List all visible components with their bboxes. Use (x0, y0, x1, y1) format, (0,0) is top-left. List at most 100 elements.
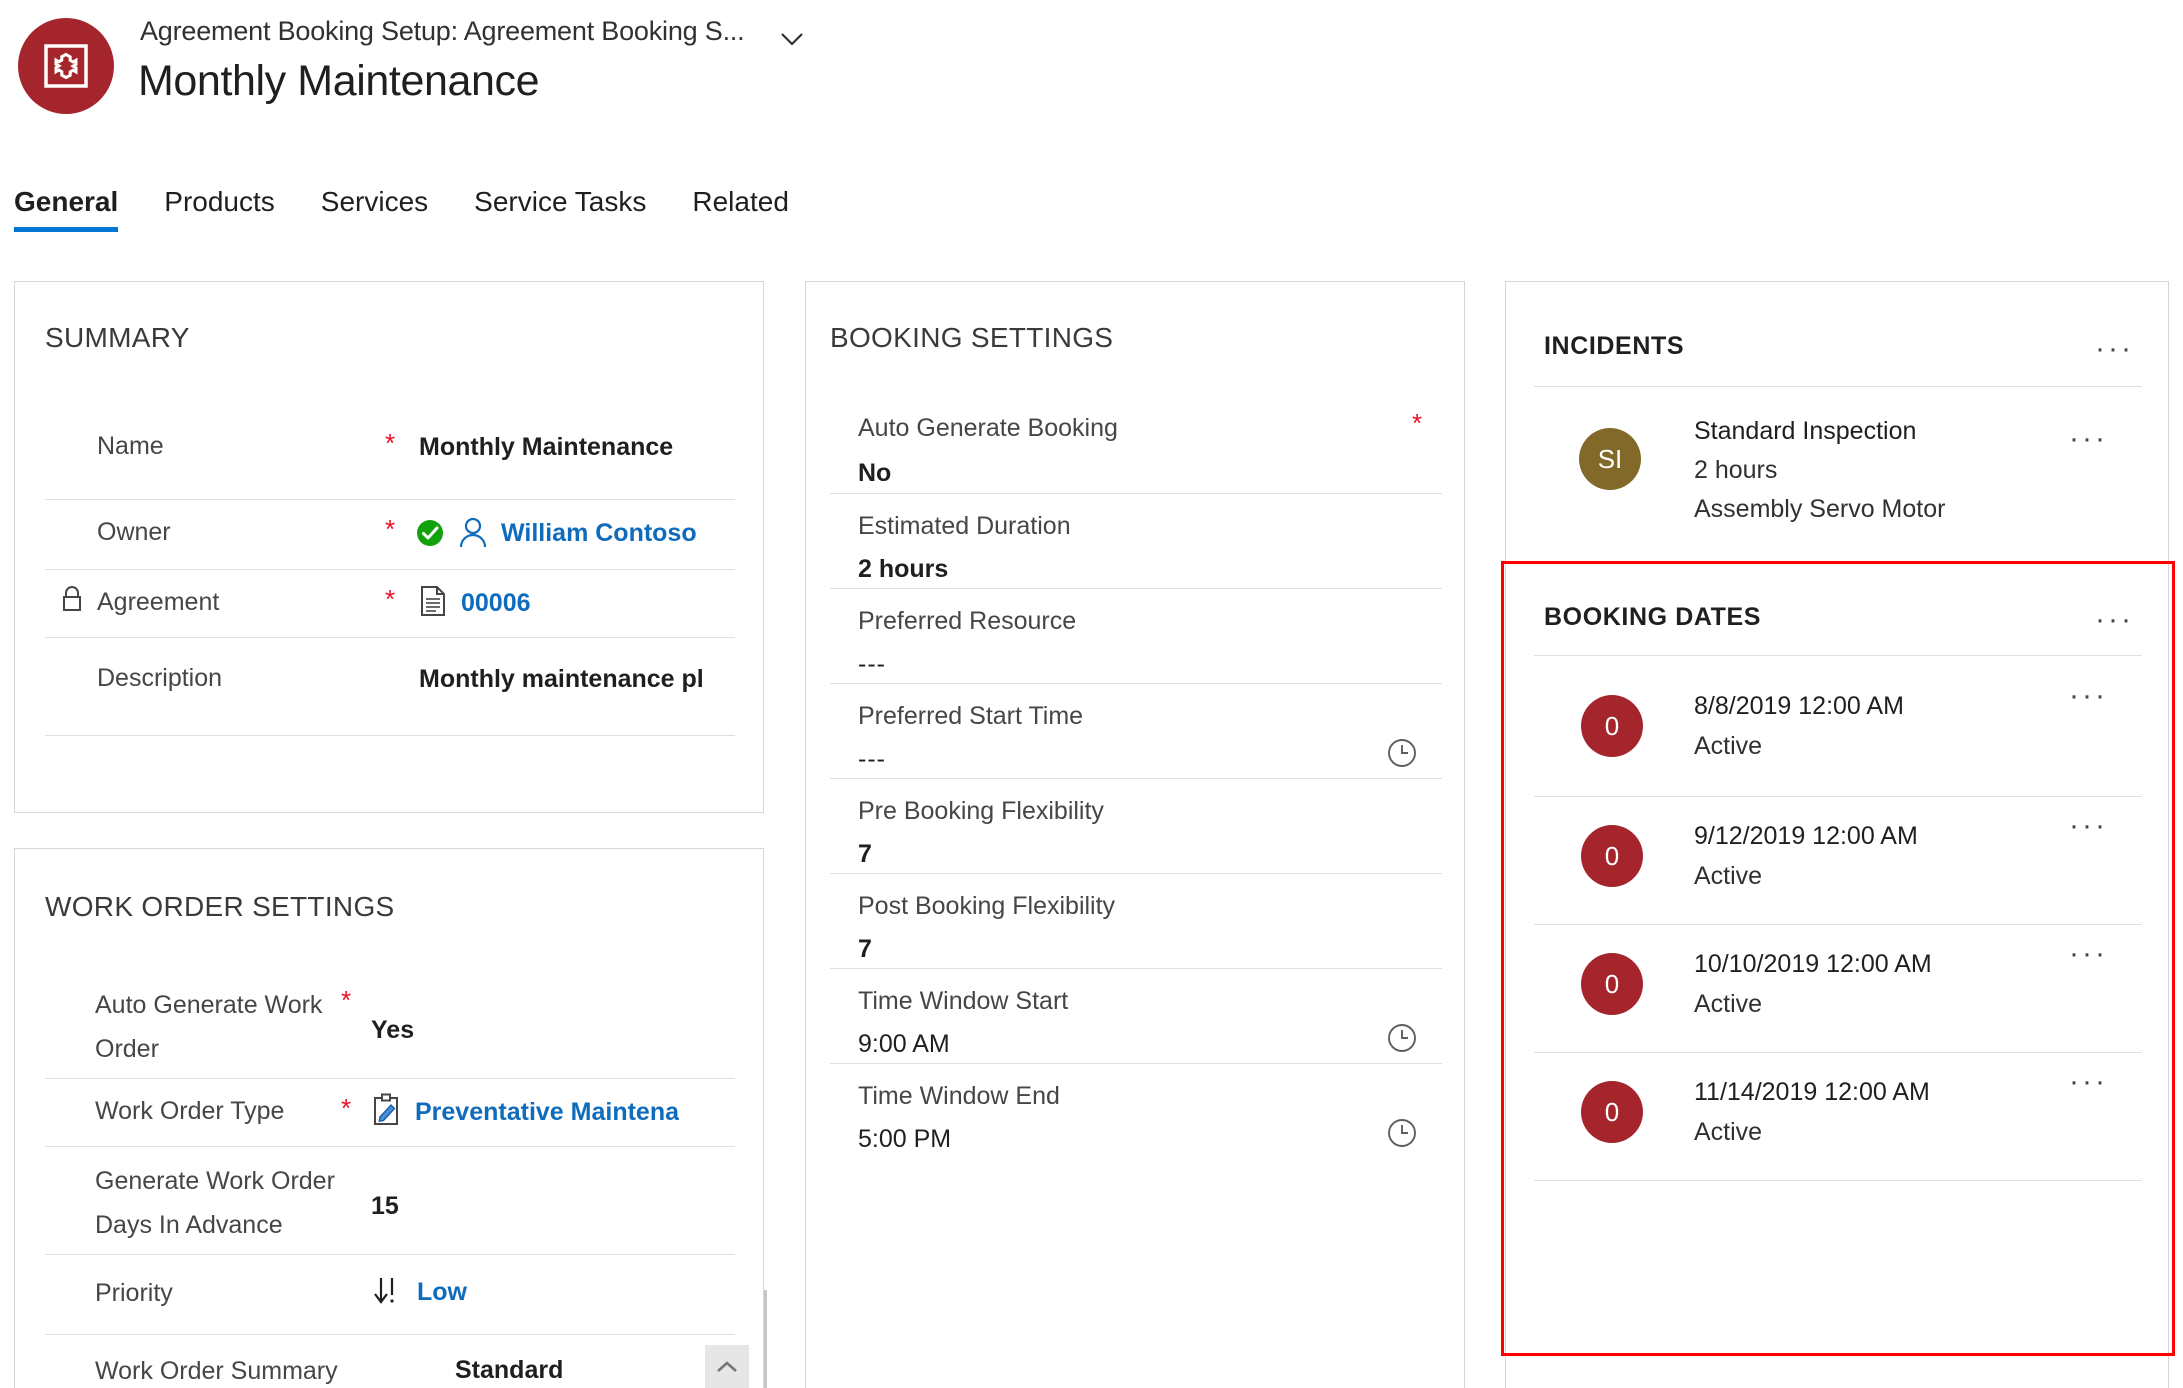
breadcrumb: Agreement Booking Setup: Agreement Booki… (140, 16, 745, 46)
field-value-time-window-end[interactable]: 5:00 PM (858, 1122, 951, 1156)
booking-date-badge-value: 0 (1604, 710, 1620, 741)
field-row-work-order-summary: Work Order Summary Standard (45, 1335, 735, 1388)
field-value-preferred-resource[interactable]: --- (858, 647, 886, 681)
clock-icon[interactable] (1385, 1021, 1419, 1055)
list-item[interactable]: 0 8/8/2019 12:00 AM Active ··· (1534, 655, 2142, 797)
scroll-track-divider[interactable] (764, 1290, 767, 1388)
booking-date-status: Active (1694, 862, 1763, 890)
tab-service-tasks[interactable]: Service Tasks (474, 186, 646, 232)
booking-date-more-options-icon[interactable]: ··· (2069, 939, 2108, 969)
field-value-generate-days-in-advance: 15 (371, 1192, 399, 1220)
field-label-pre-booking-flexibility: Pre Booking Flexibility (858, 797, 1104, 825)
booking-dates-more-options-icon[interactable]: ··· (2095, 605, 2134, 635)
field-label-owner: Owner (97, 518, 171, 546)
scroll-up-button[interactable] (705, 1345, 749, 1388)
field-label-auto-generate-work-order: Auto Generate Work Order (95, 991, 323, 1063)
field-row-preferred-start-time: Preferred Start Time --- (830, 684, 1442, 779)
booking-date-status: Active (1694, 1118, 1763, 1146)
field-value-time-window-start[interactable]: 9:00 AM (858, 1027, 950, 1061)
field-value-estimated-duration: 2 hours (858, 555, 949, 583)
field-value-priority[interactable]: Low (417, 1275, 467, 1309)
booking-dates-card: BOOKING DATES ··· 0 8/8/2019 12:00 AM Ac… (1505, 562, 2169, 1388)
field-value-description: Monthly maintenance pl (419, 665, 704, 693)
booking-date-value: 10/10/2019 12:00 AM (1694, 950, 1932, 978)
booking-date-badge-value: 0 (1604, 840, 1620, 871)
work-order-settings-title: WORK ORDER SETTINGS (45, 891, 395, 922)
field-value-agreement[interactable]: 00006 (461, 586, 531, 620)
page-header: Agreement Booking Setup: Agreement Booki… (0, 0, 2183, 180)
field-row-pre-booking-flexibility: Pre Booking Flexibility 7 (830, 779, 1442, 874)
incident-title: Standard Inspection (1694, 417, 1917, 445)
incidents-more-options-icon[interactable]: ··· (2095, 334, 2134, 364)
field-label-work-order-summary: Work Order Summary (95, 1357, 338, 1385)
incident-avatar: SI (1579, 428, 1641, 490)
incidents-divider (1534, 386, 2142, 387)
gear-in-square-icon (44, 44, 88, 88)
clipboard-pencil-icon (374, 1093, 398, 1125)
work-order-settings-card: WORK ORDER SETTINGS Auto Generate Work O… (14, 848, 764, 1388)
required-asterisk: * (341, 1093, 352, 1123)
field-value-auto-generate-work-order: Yes (371, 1016, 415, 1044)
field-label-agreement: Agreement (97, 588, 220, 616)
field-label-priority: Priority (95, 1279, 173, 1307)
clock-icon[interactable] (1385, 1116, 1419, 1150)
field-row-owner: Owner * William Contoso (45, 500, 735, 570)
tab-bar: General Products Services Service Tasks … (0, 186, 2183, 248)
list-item[interactable]: 0 10/10/2019 12:00 AM Active ··· (1534, 925, 2142, 1053)
field-row-name: Name * Monthly Maintenance (45, 402, 735, 500)
incidents-title: INCIDENTS (1544, 332, 1685, 360)
incident-asset: Assembly Servo Motor (1694, 495, 1946, 523)
incident-initials: SI (1597, 443, 1623, 474)
booking-date-more-options-icon[interactable]: ··· (2069, 681, 2108, 711)
field-label-estimated-duration: Estimated Duration (858, 512, 1071, 540)
required-asterisk: * (341, 985, 352, 1015)
tab-related[interactable]: Related (692, 186, 789, 232)
field-value-auto-generate-booking: No (858, 459, 892, 487)
field-label-time-window-start: Time Window Start (858, 987, 1069, 1015)
booking-date-value: 9/12/2019 12:00 AM (1694, 822, 1918, 850)
booking-date-status: Active (1694, 732, 1763, 760)
field-label-time-window-end: Time Window End (858, 1082, 1060, 1110)
required-asterisk: * (1412, 408, 1423, 438)
list-item[interactable]: SI Standard Inspection 2 hours Assembly … (1534, 404, 2142, 534)
incident-more-options-icon[interactable]: ··· (2069, 424, 2108, 454)
page-title: Monthly Maintenance (138, 57, 540, 105)
field-label-post-booking-flexibility: Post Booking Flexibility (858, 892, 1116, 920)
field-value-work-order-type[interactable]: Preventative Maintena (415, 1095, 679, 1129)
tab-general[interactable]: General (14, 186, 119, 232)
avatar (18, 18, 114, 114)
lock-icon (63, 586, 81, 611)
booking-date-badge: 0 (1581, 825, 1643, 887)
field-value-preferred-start-time[interactable]: --- (858, 742, 886, 776)
field-row-generate-days-in-advance: Generate Work Order Days In Advance 15 (45, 1147, 735, 1255)
list-item[interactable]: 0 11/14/2019 12:00 AM Active ··· (1534, 1053, 2142, 1181)
field-label-auto-generate-booking: Auto Generate Booking (858, 414, 1118, 442)
list-item[interactable]: 0 9/12/2019 12:00 AM Active ··· (1534, 797, 2142, 925)
booking-date-badge: 0 (1581, 953, 1643, 1015)
field-row-preferred-resource: Preferred Resource --- (830, 589, 1442, 684)
booking-date-more-options-icon[interactable]: ··· (2069, 1067, 2108, 1097)
field-row-work-order-type: Work Order Type * Preventative Maintena (45, 1079, 735, 1147)
booking-settings-title: BOOKING SETTINGS (830, 322, 1114, 353)
field-row-estimated-duration: Estimated Duration 2 hours (830, 494, 1442, 589)
field-label-description: Description (97, 664, 223, 692)
tab-services[interactable]: Services (321, 186, 428, 232)
booking-date-badge: 0 (1581, 1081, 1643, 1143)
arrow-down-priority-icon (374, 1278, 394, 1304)
booking-date-badge-value: 0 (1604, 968, 1620, 999)
tab-products[interactable]: Products (164, 186, 275, 232)
field-value-owner[interactable]: William Contoso (501, 516, 697, 550)
booking-date-badge-value: 0 (1604, 1096, 1620, 1127)
document-icon (421, 586, 445, 616)
field-row-post-booking-flexibility: Post Booking Flexibility 7 (830, 874, 1442, 969)
booking-date-value: 11/14/2019 12:00 AM (1694, 1078, 1930, 1106)
chevron-down-icon[interactable] (775, 22, 809, 56)
chevron-up-icon (717, 1360, 737, 1372)
clock-icon[interactable] (1385, 736, 1419, 770)
field-label-name: Name (97, 432, 164, 460)
incident-duration: 2 hours (1694, 456, 1778, 484)
field-value-post-booking-flexibility: 7 (858, 935, 872, 963)
required-asterisk: * (385, 428, 396, 458)
booking-date-more-options-icon[interactable]: ··· (2069, 811, 2108, 841)
required-asterisk: * (385, 514, 396, 544)
